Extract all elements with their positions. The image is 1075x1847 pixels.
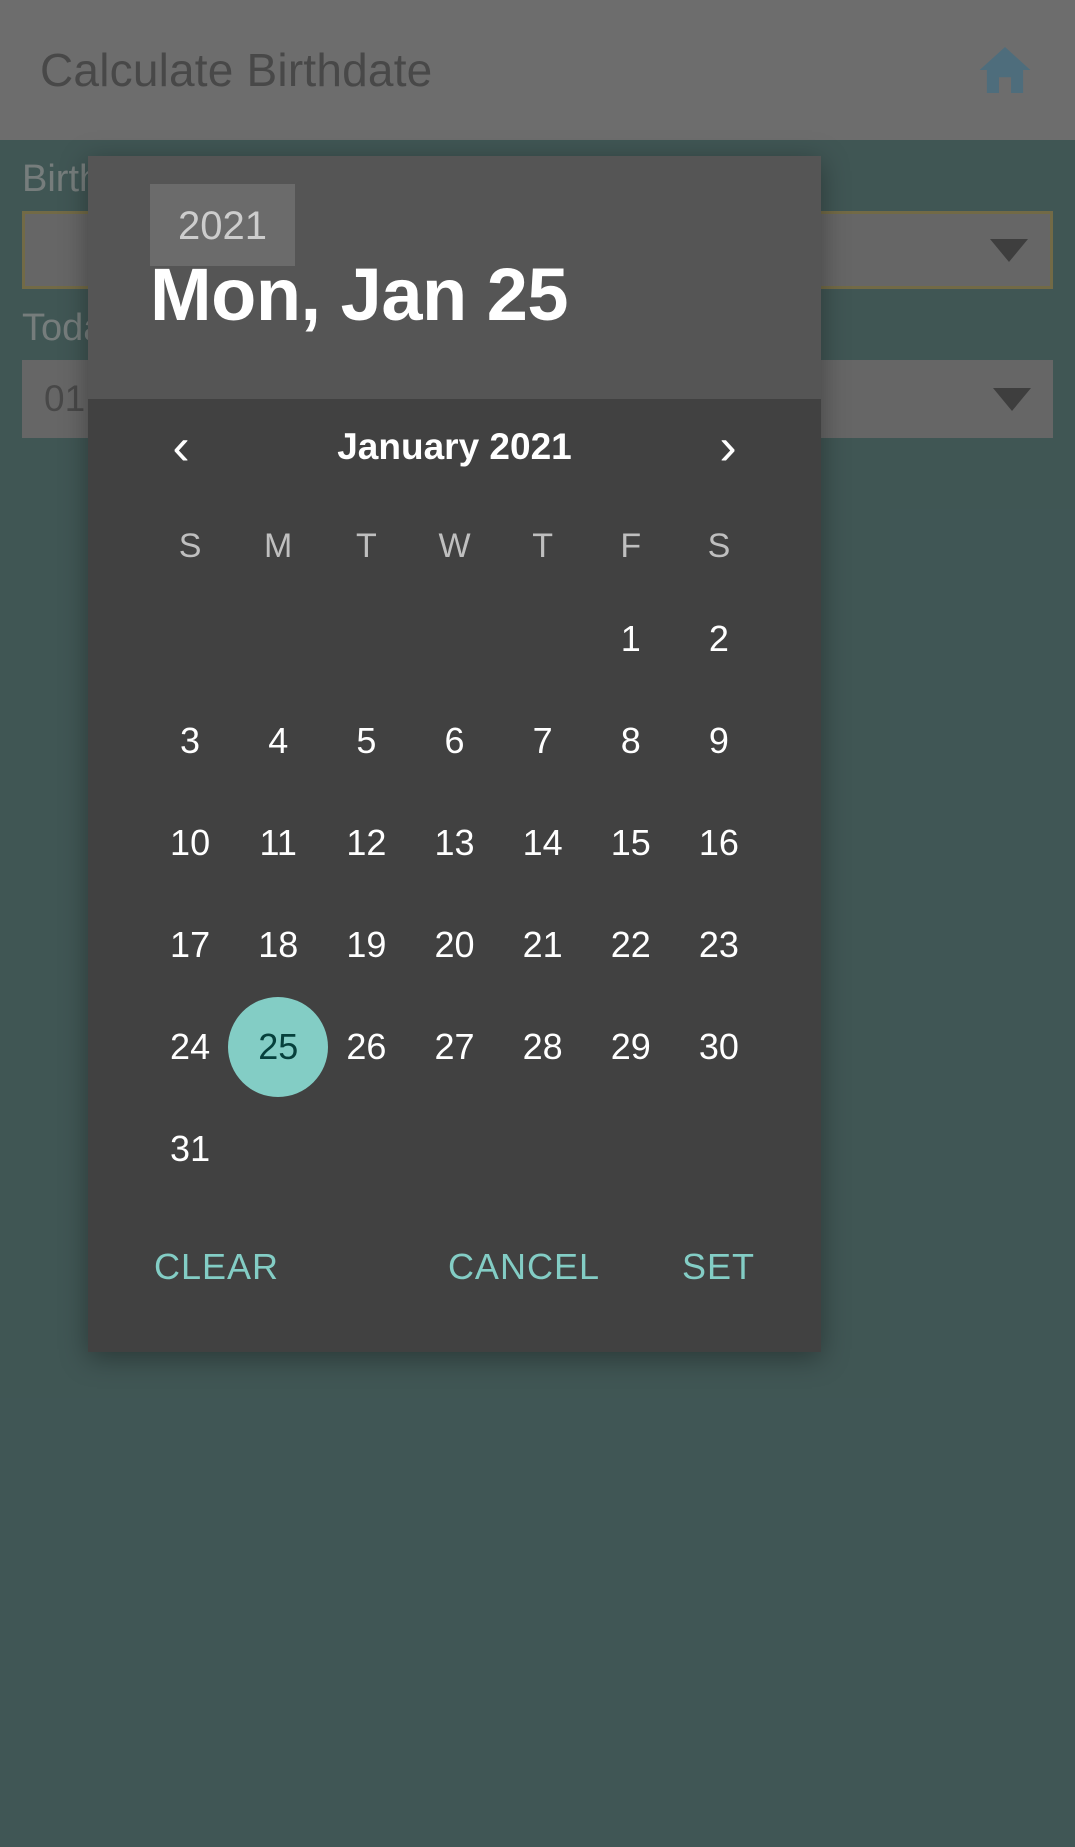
- day-cell[interactable]: 21: [499, 894, 587, 996]
- day-number: 11: [259, 822, 297, 863]
- day-cell[interactable]: 8: [587, 690, 675, 792]
- day-number: 13: [434, 822, 475, 863]
- day-cell-empty: [499, 588, 587, 690]
- day-cell[interactable]: 29: [587, 996, 675, 1098]
- day-cell-empty: [587, 1098, 675, 1200]
- chevron-right-icon[interactable]: ›: [703, 421, 753, 473]
- weekday-6: S: [707, 527, 731, 565]
- day-cell[interactable]: 2: [675, 588, 763, 690]
- date-picker-dialog: 2021 Mon, Jan 25 ‹ January 2021 › SMTWTF…: [88, 156, 821, 1352]
- weekday-0: S: [178, 527, 202, 565]
- weekday-4: T: [532, 527, 554, 565]
- day-number: 27: [434, 1026, 475, 1067]
- day-number: 1: [620, 618, 641, 659]
- date-picker-header: 2021 Mon, Jan 25: [88, 156, 821, 399]
- day-cell[interactable]: 19: [322, 894, 410, 996]
- weekday-1: M: [264, 527, 293, 565]
- day-cell[interactable]: 27: [410, 996, 498, 1098]
- day-cell[interactable]: 24: [146, 996, 234, 1098]
- day-cell[interactable]: 17: [146, 894, 234, 996]
- day-cell[interactable]: 11: [234, 792, 322, 894]
- day-cell[interactable]: 23: [675, 894, 763, 996]
- day-number: 3: [180, 720, 201, 761]
- day-cell-empty: [410, 588, 498, 690]
- day-cell-empty: [322, 1098, 410, 1200]
- day-number: 6: [444, 720, 465, 761]
- day-number: 23: [698, 924, 739, 965]
- day-number: 25: [258, 1026, 299, 1067]
- weekday-3: W: [438, 527, 471, 565]
- day-cell[interactable]: 28: [499, 996, 587, 1098]
- day-number: 26: [346, 1026, 387, 1067]
- day-number: 14: [522, 822, 563, 863]
- day-number: 21: [522, 924, 563, 965]
- calendar-body: ‹ January 2021 › SMTWTFS 1 2 3 4 5 6 7 8 9 10 11 12…: [88, 399, 821, 1352]
- day-number: 9: [708, 720, 729, 761]
- day-number: 5: [356, 720, 377, 761]
- day-cell[interactable]: 1: [587, 588, 675, 690]
- chevron-left-icon[interactable]: ‹: [156, 421, 206, 473]
- day-cell[interactable]: 13: [410, 792, 498, 894]
- day-number: 19: [346, 924, 387, 965]
- day-number: 17: [170, 924, 211, 965]
- day-cell-empty: [234, 1098, 322, 1200]
- dialog-actions: CLEAR CANCEL SET: [88, 1200, 821, 1332]
- day-cell[interactable]: 6: [410, 690, 498, 792]
- day-number: 20: [434, 924, 475, 965]
- cancel-button[interactable]: CANCEL: [448, 1246, 600, 1288]
- day-number: 7: [532, 720, 553, 761]
- day-cell[interactable]: 12: [322, 792, 410, 894]
- day-cell[interactable]: 22: [587, 894, 675, 996]
- day-cell-empty: [675, 1098, 763, 1200]
- day-cell[interactable]: 3: [146, 690, 234, 792]
- day-cell[interactable]: 18: [234, 894, 322, 996]
- day-cell[interactable]: 5: [322, 690, 410, 792]
- day-number: 10: [170, 822, 211, 863]
- day-cell[interactable]: 15: [587, 792, 675, 894]
- day-cell[interactable]: 25: [228, 996, 329, 1098]
- day-cell[interactable]: 10: [146, 792, 234, 894]
- day-cell[interactable]: 16: [675, 792, 763, 894]
- day-number: 18: [258, 924, 299, 965]
- day-cell-empty: [146, 588, 234, 690]
- day-cell[interactable]: 31: [146, 1098, 234, 1200]
- day-cell-empty: [499, 1098, 587, 1200]
- day-number: 15: [610, 822, 651, 863]
- month-label: January 2021: [337, 426, 572, 467]
- weekday-5: F: [620, 527, 642, 565]
- day-cell-empty: [410, 1098, 498, 1200]
- day-number: 24: [170, 1026, 211, 1067]
- day-cell[interactable]: 14: [499, 792, 587, 894]
- day-number: 31: [170, 1128, 211, 1169]
- day-number: 12: [346, 822, 387, 863]
- weekday-header-row: SMTWTFS: [88, 495, 821, 566]
- month-navigation: ‹ January 2021 ›: [88, 399, 821, 495]
- day-cell-empty: [322, 588, 410, 690]
- day-cell[interactable]: 7: [499, 690, 587, 792]
- day-number: 28: [522, 1026, 563, 1067]
- day-number: 8: [620, 720, 641, 761]
- weekday-2: T: [355, 527, 377, 565]
- selected-date-headline[interactable]: Mon, Jan 25: [150, 258, 821, 332]
- day-number: 4: [268, 720, 289, 761]
- day-number: 30: [698, 1026, 739, 1067]
- day-cell[interactable]: 4: [234, 690, 322, 792]
- day-cell-empty: [234, 588, 322, 690]
- day-cell[interactable]: 9: [675, 690, 763, 792]
- day-cell[interactable]: 26: [322, 996, 410, 1098]
- clear-button[interactable]: CLEAR: [154, 1246, 279, 1288]
- calendar-day-grid: 1 2 3 4 5 6 7 8 9 10 11 12 13 14 15 16 17 18 19 20 21 22 23 24 2…: [88, 566, 821, 1200]
- day-number: 16: [698, 822, 739, 863]
- day-number: 2: [708, 618, 729, 659]
- day-cell[interactable]: 20: [410, 894, 498, 996]
- day-cell[interactable]: 30: [675, 996, 763, 1098]
- day-number: 29: [610, 1026, 651, 1067]
- set-button[interactable]: SET: [682, 1246, 755, 1288]
- day-number: 22: [610, 924, 651, 965]
